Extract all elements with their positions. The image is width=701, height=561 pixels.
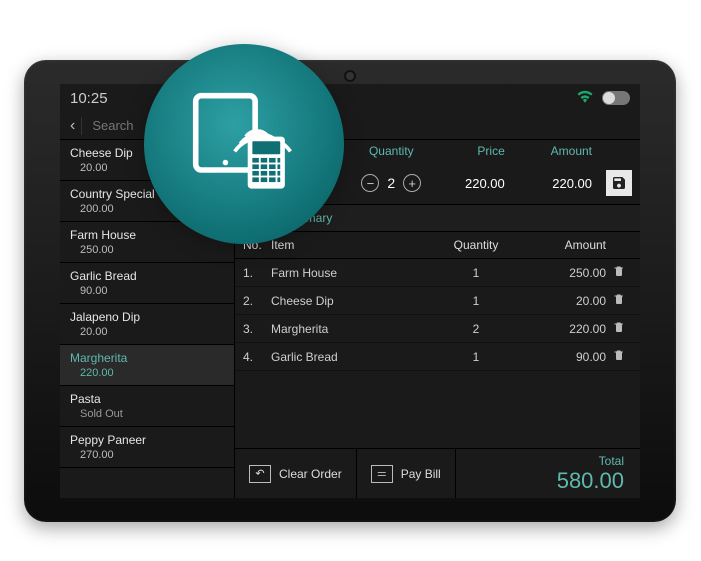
menu-item[interactable]: Garlic Bread 90.00: [60, 263, 234, 304]
current-price: 220.00: [435, 176, 505, 191]
qty-plus-button[interactable]: +: [403, 174, 421, 192]
row-amount: 20.00: [516, 294, 606, 308]
clear-order-button[interactable]: ↶ Clear Order: [235, 449, 357, 498]
col-amount: Amount: [505, 144, 632, 158]
row-qty: 1: [436, 294, 516, 308]
row-qty: 1: [436, 266, 516, 280]
row-qty: 2: [436, 322, 516, 336]
pay-icon: ＝: [371, 465, 393, 483]
clear-label: Clear Order: [279, 467, 342, 481]
row-item: Farm House: [271, 266, 436, 280]
row-amount: 90.00: [516, 350, 606, 364]
row-item: Garlic Bread: [271, 350, 436, 364]
row-no: 2.: [243, 294, 271, 308]
menu-item-name: Jalapeno Dip: [70, 310, 224, 324]
menu-item-price: 250.00: [70, 244, 224, 256]
summary-row: 1.Farm House1250.00: [235, 259, 640, 287]
row-item: Cheese Dip: [271, 294, 436, 308]
menu-item-name: Garlic Bread: [70, 269, 224, 283]
summary-body: 1.Farm House1250.002.Cheese Dip120.003.M…: [235, 259, 640, 448]
menu-item-price: 20.00: [70, 326, 224, 338]
tablet-frame: 10:25 ‹ Cheese Dip20.00Country Special20…: [24, 60, 676, 522]
total-label: Total: [557, 454, 624, 468]
menu-item-price: 90.00: [70, 285, 224, 297]
menu-item-price: 220.00: [70, 367, 224, 379]
wireless-order-badge: [144, 44, 344, 244]
camera-dot: [346, 72, 354, 80]
menu-item-price: Sold Out: [70, 408, 224, 420]
wifi-icon: [576, 89, 594, 107]
save-button[interactable]: [606, 170, 632, 196]
menu-item-name: Peppy Paneer: [70, 433, 224, 447]
toggle-switch[interactable]: [602, 91, 630, 105]
delete-icon[interactable]: [606, 321, 632, 336]
total-value: 580.00: [557, 468, 624, 494]
menu-item[interactable]: Jalapeno Dip 20.00: [60, 304, 234, 345]
status-bar: 10:25: [60, 84, 640, 112]
sum-col-amount: Amount: [516, 238, 606, 252]
summary-row: 4.Garlic Bread190.00: [235, 343, 640, 371]
delete-icon[interactable]: [606, 265, 632, 280]
summary-row: 2.Cheese Dip120.00: [235, 287, 640, 315]
menu-item-name: Margherita: [70, 351, 224, 365]
total-box: Total 580.00: [541, 450, 640, 498]
row-qty: 1: [436, 350, 516, 364]
row-amount: 250.00: [516, 266, 606, 280]
col-price: Price: [435, 144, 505, 158]
delete-icon[interactable]: [606, 349, 632, 364]
pay-label: Pay Bill: [401, 467, 441, 481]
row-no: 4.: [243, 350, 271, 364]
summary-header: No. Item Quantity Amount: [235, 232, 640, 259]
delete-icon[interactable]: [606, 293, 632, 308]
sum-col-item: Item: [271, 238, 436, 252]
col-qty: Quantity: [348, 144, 435, 158]
menu-item-name: Pasta: [70, 392, 224, 406]
menu-item[interactable]: Pasta Sold Out: [60, 386, 234, 427]
menu-item[interactable]: Margherita 220.00: [60, 345, 234, 386]
row-no: 1.: [243, 266, 271, 280]
back-icon[interactable]: ‹: [66, 117, 79, 135]
row-item: Margherita: [271, 322, 436, 336]
sum-col-qty: Quantity: [436, 238, 516, 252]
clear-icon: ↶: [249, 465, 271, 483]
clock: 10:25: [70, 90, 108, 107]
menu-item[interactable]: Peppy Paneer 270.00: [60, 427, 234, 468]
footer-bar: ↶ Clear Order ＝ Pay Bill Total 580.00: [235, 448, 640, 498]
current-amount: 220.00: [505, 176, 600, 191]
row-amount: 220.00: [516, 322, 606, 336]
qty-minus-button[interactable]: −: [361, 174, 379, 192]
qty-value: 2: [387, 175, 395, 191]
menu-item-price: 270.00: [70, 449, 224, 461]
pay-bill-button[interactable]: ＝ Pay Bill: [357, 449, 456, 498]
row-no: 3.: [243, 322, 271, 336]
summary-row: 3.Margherita2220.00: [235, 315, 640, 343]
